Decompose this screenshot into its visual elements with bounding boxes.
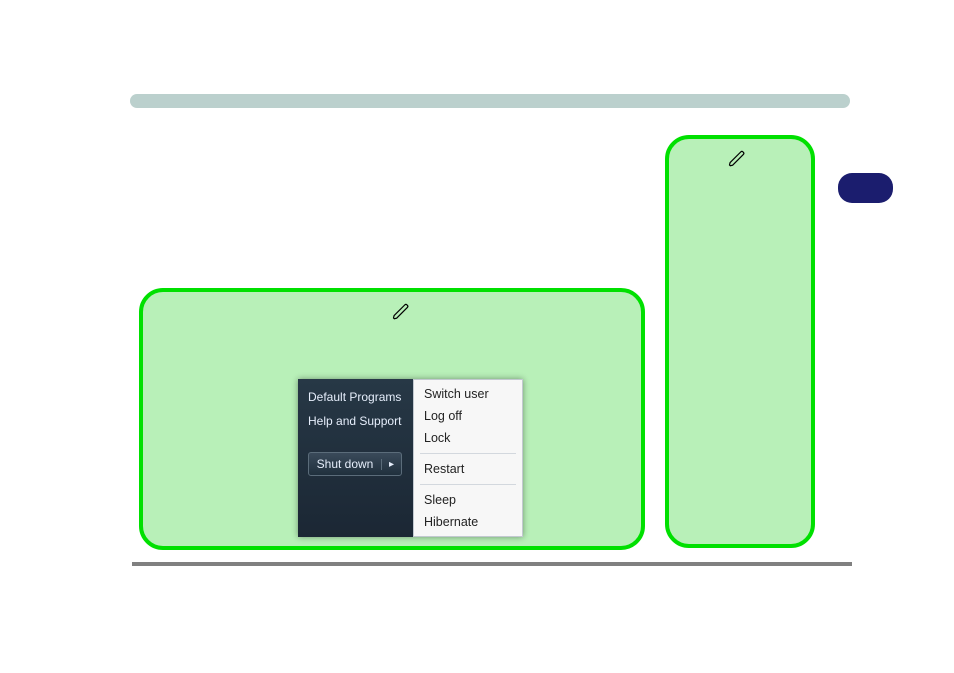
shutdown-label: Shut down — [309, 457, 381, 471]
blue-pill[interactable] — [838, 173, 893, 203]
menu-restart[interactable]: Restart — [424, 461, 512, 477]
menu-switch-user[interactable]: Switch user — [424, 386, 512, 402]
bottom-bar — [132, 562, 852, 566]
menu-hibernate[interactable]: Hibernate — [424, 514, 512, 530]
shutdown-button[interactable]: Shut down ▸ — [308, 452, 402, 476]
start-menu: Default Programs Help and Support Shut d… — [298, 379, 523, 537]
pencil-icon — [392, 303, 410, 321]
shutdown-arrow-icon[interactable]: ▸ — [381, 459, 401, 470]
right-panel — [665, 135, 815, 548]
start-item-default-programs[interactable]: Default Programs — [308, 390, 413, 404]
start-item-help-and-support[interactable]: Help and Support — [308, 414, 413, 428]
menu-lock[interactable]: Lock — [424, 430, 512, 446]
menu-divider — [420, 484, 516, 485]
menu-log-off[interactable]: Log off — [424, 408, 512, 424]
pencil-icon — [728, 150, 746, 168]
start-menu-left: Default Programs Help and Support Shut d… — [298, 379, 413, 537]
menu-sleep[interactable]: Sleep — [424, 492, 512, 508]
top-bar — [130, 94, 850, 108]
shutdown-submenu: Switch user Log off Lock Restart Sleep H… — [413, 379, 523, 537]
menu-divider — [420, 453, 516, 454]
main-panel: Default Programs Help and Support Shut d… — [139, 288, 645, 550]
